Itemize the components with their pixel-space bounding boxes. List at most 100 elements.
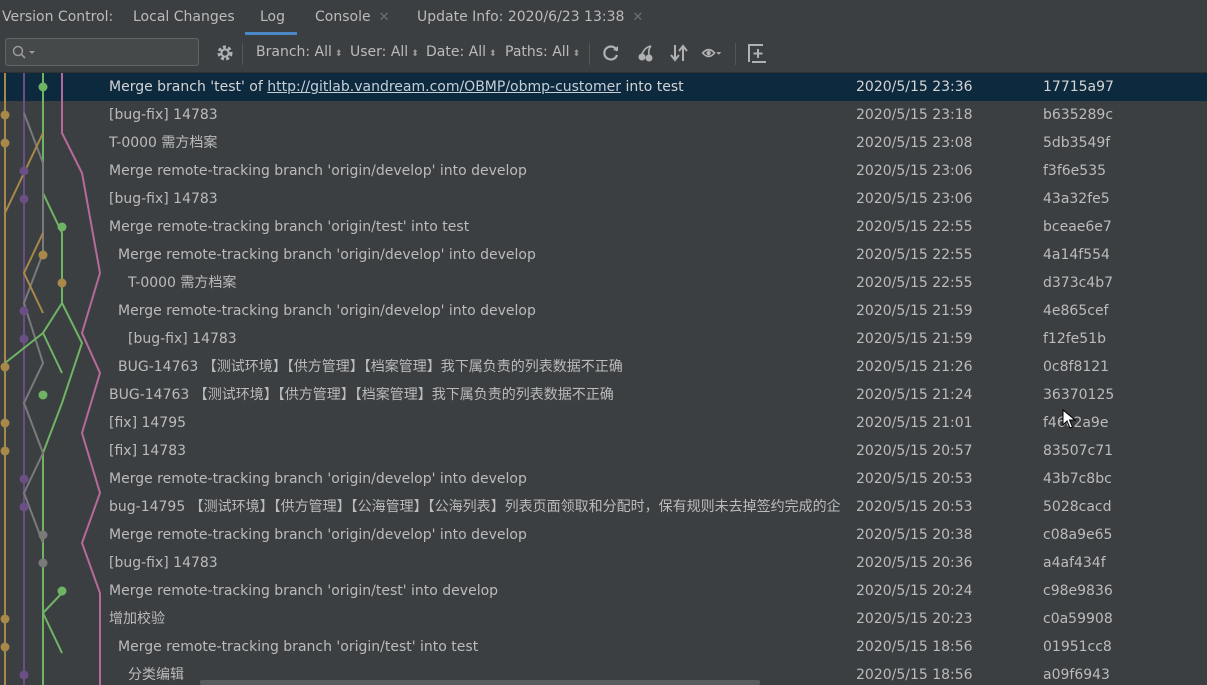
table-row[interactable]: bug-14795 【测试环境】【供方管理】【公海管理】【公海列表】列表页面领取… — [0, 493, 1207, 521]
graph-edge — [22, 232, 44, 314]
tab-update-info[interactable]: Update Info: 2020/6/23 13:38 ✕ — [417, 0, 643, 35]
commit-hash: c98e9836 — [1043, 583, 1113, 599]
table-row[interactable]: [fix] 14783 2020/5/15 20:57 83507c71 — [0, 437, 1207, 465]
toolbar-separator — [735, 43, 736, 65]
commit-node — [19, 670, 29, 680]
paths-filter[interactable]: Paths: All ⬍ — [505, 44, 580, 60]
sort-arrows-icon: ⬍ — [489, 49, 497, 59]
commit-node — [57, 222, 67, 232]
commit-date: 2020/5/15 21:59 — [856, 303, 973, 319]
tab-console[interactable]: Console ✕ — [315, 0, 389, 35]
gear-icon[interactable] — [214, 42, 236, 64]
sort-icon[interactable] — [668, 42, 690, 64]
commit-date: 2020/5/15 23:18 — [856, 107, 973, 123]
version-control-label: Version Control: — [2, 9, 114, 25]
commit-date: 2020/5/15 20:36 — [856, 555, 973, 571]
tab-log[interactable]: Log — [244, 0, 298, 35]
commit-message: BUG-14763 【测试环境】【供方管理】【档案管理】我下属负责的列表数据不正… — [118, 359, 623, 375]
table-row[interactable]: Merge branch 'test' of http://gitlab.van… — [0, 73, 1207, 101]
commit-message: bug-14795 【测试环境】【供方管理】【公海管理】【公海列表】列表页面领取… — [109, 499, 841, 515]
toolbar-separator — [242, 43, 243, 65]
commit-message: Merge remote-tracking branch 'origin/dev… — [109, 163, 527, 179]
sort-arrows-icon: ⬍ — [411, 49, 419, 59]
sort-arrows-icon: ⬍ — [572, 49, 581, 59]
commit-hash: c08a9e65 — [1043, 527, 1113, 543]
table-row[interactable]: BUG-14763 【测试环境】【供方管理】【档案管理】我下属负责的列表数据不正… — [0, 381, 1207, 409]
commit-hash: 4e865cef — [1043, 303, 1109, 319]
table-row[interactable]: T-0000 需方档案 2020/5/15 23:08 5db3549f — [0, 129, 1207, 157]
commit-message: [bug-fix] 14783 — [109, 107, 218, 123]
commit-date: 2020/5/15 23:36 — [856, 79, 973, 95]
search-icon — [12, 45, 35, 59]
table-row[interactable]: Merge remote-tracking branch 'origin/tes… — [0, 213, 1207, 241]
commit-hash: 01951cc8 — [1043, 639, 1112, 655]
commit-node — [38, 250, 48, 260]
commit-hash: 5db3549f — [1043, 135, 1111, 151]
commit-message: Merge remote-tracking branch 'origin/dev… — [109, 527, 527, 543]
search-input[interactable] — [5, 38, 199, 66]
commit-date: 2020/5/15 21:01 — [856, 415, 973, 431]
commit-date: 2020/5/15 18:56 — [856, 639, 973, 655]
commit-node — [57, 586, 67, 596]
branch-filter[interactable]: Branch: All ⬍ — [256, 44, 342, 60]
table-row[interactable]: Merge remote-tracking branch 'origin/dev… — [0, 297, 1207, 325]
commit-hash: c0a59908 — [1043, 611, 1113, 627]
commit-hash: 5028cacd — [1043, 499, 1112, 515]
table-row[interactable]: Merge remote-tracking branch 'origin/dev… — [0, 465, 1207, 493]
commit-message: Merge remote-tracking branch 'origin/dev… — [109, 471, 527, 487]
commit-date: 2020/5/15 22:55 — [856, 219, 973, 235]
commit-hash: b635289c — [1043, 107, 1114, 123]
commit-node — [38, 82, 48, 92]
table-row[interactable]: Merge remote-tracking branch 'origin/tes… — [0, 633, 1207, 661]
commit-date: 2020/5/15 20:23 — [856, 611, 973, 627]
graph-edge — [61, 73, 102, 685]
log-toolbar: Branch: All ⬍ User: All ⬍ Date: All ⬍ Paths… — [0, 35, 1207, 73]
commit-node — [19, 334, 29, 344]
table-row[interactable]: [fix] 14795 2020/5/15 21:01 f46c2a9e — [0, 409, 1207, 437]
table-row[interactable]: Merge remote-tracking branch 'origin/dev… — [0, 157, 1207, 185]
commit-node — [0, 418, 10, 428]
sort-arrows-icon: ⬍ — [334, 49, 343, 59]
table-row[interactable]: T-0000 需方档案 2020/5/15 22:55 d373c4b7 — [0, 269, 1207, 297]
commit-node — [0, 446, 10, 456]
commit-hash: 83507c71 — [1043, 443, 1114, 459]
commit-message: [fix] 14783 — [109, 443, 187, 459]
table-row[interactable]: BUG-14763 【测试环境】【供方管理】【档案管理】我下属负责的列表数据不正… — [0, 353, 1207, 381]
commit-hash: 0c8f8121 — [1043, 359, 1110, 375]
commit-node — [57, 278, 67, 288]
graph-edge — [41, 592, 63, 654]
commit-hash: a4af434f — [1043, 555, 1106, 571]
commit-node — [38, 390, 48, 400]
user-filter[interactable]: User: All ⬍ — [350, 44, 419, 60]
commit-node — [0, 138, 10, 148]
tab-local-changes[interactable]: Local Changes — [133, 0, 235, 35]
commit-hash: bceae6e7 — [1043, 219, 1112, 235]
table-row[interactable]: [bug-fix] 14783 2020/5/15 20:36 a4af434f — [0, 549, 1207, 577]
table-row[interactable]: Merge remote-tracking branch 'origin/dev… — [0, 521, 1207, 549]
date-filter[interactable]: Date: All ⬍ — [426, 44, 497, 60]
table-row[interactable]: 增加校验 2020/5/15 20:23 c0a59908 — [0, 605, 1207, 633]
mouse-cursor-icon — [1062, 409, 1076, 429]
commit-list[interactable]: Merge branch 'test' of http://gitlab.van… — [0, 73, 1207, 685]
cherry-pick-icon[interactable] — [635, 42, 657, 64]
close-icon[interactable]: ✕ — [632, 10, 643, 25]
commit-hash: a09f6943 — [1043, 667, 1110, 683]
refresh-icon[interactable] — [600, 42, 622, 64]
commit-message: Merge remote-tracking branch 'origin/tes… — [109, 219, 470, 235]
commit-message: Merge remote-tracking branch 'origin/dev… — [118, 303, 536, 319]
commit-hash: 43a32fe5 — [1043, 191, 1110, 207]
close-icon[interactable]: ✕ — [379, 10, 390, 25]
commit-date: 2020/5/15 20:57 — [856, 443, 973, 459]
table-row[interactable]: [bug-fix] 14783 2020/5/15 23:06 43a32fe5 — [0, 185, 1207, 213]
open-new-tab-icon[interactable] — [746, 42, 768, 64]
eye-icon[interactable] — [701, 42, 723, 64]
table-row[interactable]: [bug-fix] 14783 2020/5/15 23:18 b635289c — [0, 101, 1207, 129]
commit-message: [bug-fix] 14783 — [109, 191, 218, 207]
table-row[interactable]: [bug-fix] 14783 2020/5/15 21:59 f12fe51b — [0, 325, 1207, 353]
horizontal-scrollbar[interactable] — [200, 680, 760, 685]
commit-date: 2020/5/15 20:53 — [856, 471, 973, 487]
table-row[interactable]: Merge remote-tracking branch 'origin/dev… — [0, 241, 1207, 269]
commit-date: 2020/5/15 20:53 — [856, 499, 973, 515]
commit-link[interactable]: http://gitlab.vandream.com/OBMP/obmp-cus… — [267, 79, 621, 95]
table-row[interactable]: Merge remote-tracking branch 'origin/tes… — [0, 577, 1207, 605]
